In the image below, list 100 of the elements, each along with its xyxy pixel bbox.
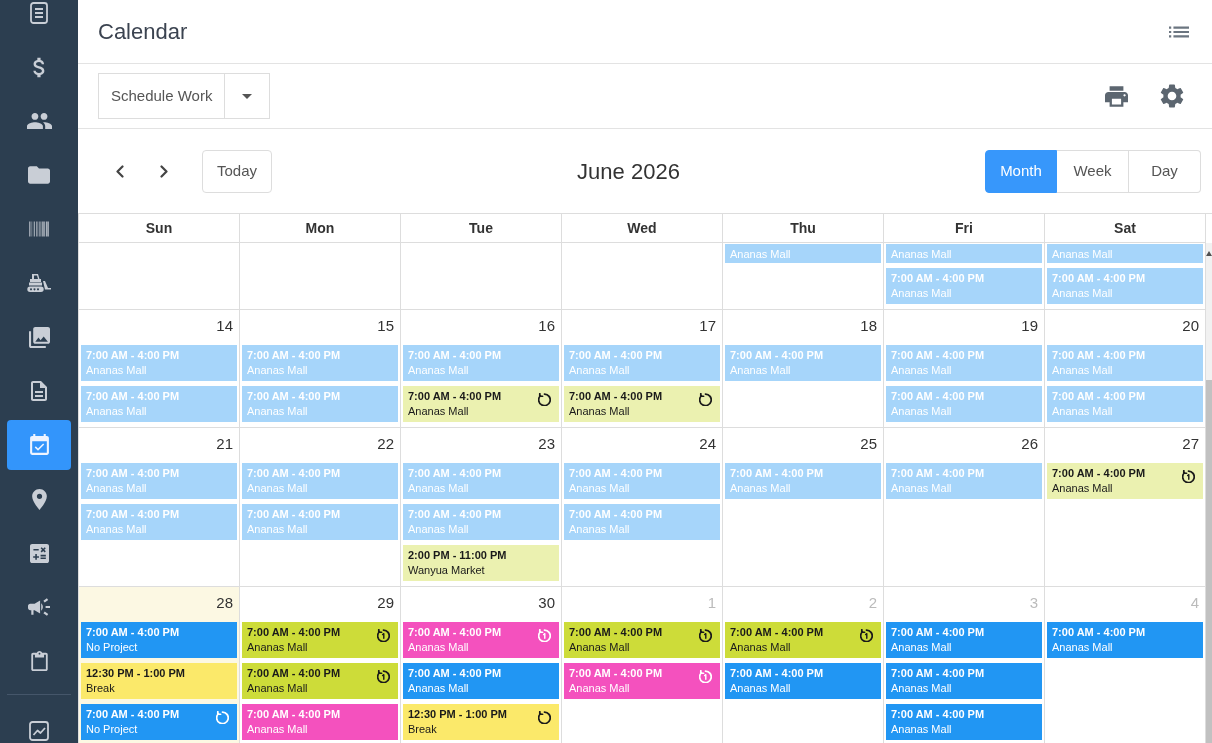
event-card[interactable]: 7:00 AM - 4:00 PM Ananas Mall [242,463,398,499]
event-card[interactable]: Ananas Mall [1047,244,1203,263]
weekday-header: Sun [145,218,173,238]
event-time: 7:00 AM - 4:00 PM [408,507,502,522]
event-card[interactable]: 7:00 AM - 4:00 PM Ananas Mall [725,622,881,658]
event-location: Break [86,681,115,696]
event-card[interactable]: 7:00 AM - 4:00 PM Ananas Mall [564,463,720,499]
event-card[interactable]: 7:00 AM - 4:00 PM Ananas Mall [403,345,559,381]
event-card[interactable]: 7:00 AM - 4:00 PM Ananas Mall [1047,622,1203,658]
event-card[interactable]: 12:30 PM - 1:00 PM Break [81,663,237,699]
event-card[interactable]: 7:00 AM - 4:00 PM Ananas Mall [886,663,1042,699]
event-card[interactable]: 7:00 AM - 4:00 PM Ananas Mall [81,386,237,422]
document-lines-icon [30,2,48,24]
event-card[interactable]: 7:00 AM - 4:00 PM Ananas Mall [1047,463,1203,499]
event-card[interactable]: 7:00 AM - 4:00 PM No Project [81,622,237,658]
event-card[interactable]: 7:00 AM - 4:00 PM Ananas Mall [81,504,237,540]
event-card[interactable]: Ananas Mall [725,244,881,263]
event-card[interactable]: 7:00 AM - 4:00 PM Ananas Mall [564,504,720,540]
event-time: 7:00 AM - 4:00 PM [730,666,824,681]
event-card[interactable]: 7:00 AM - 4:00 PM Ananas Mall [886,622,1042,658]
dropdown-toggle[interactable] [225,73,271,119]
event-location: Ananas Mall [408,404,469,419]
weekday-header: Fri [955,218,973,238]
event-location: Ananas Mall [730,247,791,262]
view-button[interactable]: Month [985,149,1057,193]
date-number: 24 [699,434,716,454]
event-location: Ananas Mall [569,481,630,496]
event-location: Ananas Mall [891,404,952,419]
event-time: 7:00 AM - 4:00 PM [730,625,824,640]
event-card[interactable]: 7:00 AM - 4:00 PM Ananas Mall [403,504,559,540]
date-number: 20 [1182,316,1199,336]
event-time: 7:00 AM - 4:00 PM [1052,271,1146,286]
event-card[interactable]: 7:00 AM - 4:00 PM Ananas Mall [242,345,398,381]
event-card[interactable]: 7:00 AM - 4:00 PM Ananas Mall [886,463,1042,499]
event-card[interactable]: 7:00 AM - 4:00 PM Ananas Mall [886,345,1042,381]
event-card[interactable]: 7:00 AM - 4:00 PM No Project [81,704,237,740]
date-number: 15 [377,316,394,336]
event-card[interactable]: 7:00 AM - 4:00 PM Ananas Mall [242,622,398,658]
date-number: 21 [216,434,233,454]
event-card[interactable]: 7:00 AM - 4:00 PM Ananas Mall [403,622,559,658]
weekday-header: Thu [790,218,816,238]
weekday-header: Tue [469,218,493,238]
event-time: 7:00 AM - 4:00 PM [730,466,824,481]
event-card[interactable]: 7:00 AM - 4:00 PM Ananas Mall [886,268,1042,304]
event-card[interactable]: 7:00 AM - 4:00 PM Ananas Mall [564,622,720,658]
date-number: 30 [538,593,555,613]
date-number: 4 [1190,593,1199,613]
folder-icon [28,166,50,184]
dropdown-button[interactable]: Schedule Work [98,73,226,119]
event-time: 7:00 AM - 4:00 PM [86,707,180,722]
event-time: 7:00 AM - 4:00 PM [86,625,180,640]
event-card[interactable]: 7:00 AM - 4:00 PM Ananas Mall [564,386,720,422]
event-location: Ananas Mall [891,247,952,262]
event-card[interactable]: 7:00 AM - 4:00 PM Ananas Mall [564,663,720,699]
event-card[interactable]: 7:00 AM - 4:00 PM Ananas Mall [242,386,398,422]
view-button[interactable]: Day [1129,149,1201,193]
event-location: Ananas Mall [1052,404,1113,419]
event-location: Ananas Mall [891,363,952,378]
event-time: 7:00 AM - 4:00 PM [247,507,341,522]
event-card[interactable]: 7:00 AM - 4:00 PM Ananas Mall [564,345,720,381]
event-card[interactable]: 7:00 AM - 4:00 PM Ananas Mall [81,345,237,381]
event-card[interactable]: 7:00 AM - 4:00 PM Ananas Mall [886,386,1042,422]
scroll-up-icon[interactable] [1206,251,1212,256]
event-location: Ananas Mall [86,404,147,419]
repeat-icon [538,393,551,406]
scrollbar-thumb[interactable] [1206,380,1212,743]
event-card[interactable]: 12:30 PM - 1:00 PM Break [403,704,559,740]
event-time: 7:00 AM - 4:00 PM [891,271,985,286]
event-card[interactable]: 7:00 AM - 4:00 PM Ananas Mall [1047,386,1203,422]
repeat-one-icon [699,670,712,683]
event-card[interactable]: 7:00 AM - 4:00 PM Ananas Mall [725,345,881,381]
event-card[interactable]: 7:00 AM - 4:00 PM Ananas Mall [242,504,398,540]
event-card[interactable]: Ananas Mall [886,244,1042,263]
event-location: Ananas Mall [1052,481,1113,496]
event-card[interactable]: 7:00 AM - 4:00 PM Ananas Mall [403,386,559,422]
chart-icon [29,721,49,741]
event-card[interactable]: 7:00 AM - 4:00 PM Ananas Mall [403,463,559,499]
print-icon [1104,85,1128,107]
event-location: Ananas Mall [247,722,308,737]
event-card[interactable]: 7:00 AM - 4:00 PM Ananas Mall [242,663,398,699]
event-card[interactable]: 2:00 PM - 11:00 PM Wanyua Market [403,545,559,581]
event-card[interactable]: 7:00 AM - 4:00 PM Ananas Mall [81,463,237,499]
event-location: No Project [86,640,138,655]
event-location: Ananas Mall [247,404,308,419]
event-card[interactable]: 7:00 AM - 4:00 PM Ananas Mall [886,704,1042,740]
event-location: Ananas Mall [730,481,791,496]
event-card[interactable]: 7:00 AM - 4:00 PM Ananas Mall [1047,345,1203,381]
event-location: Ananas Mall [247,640,308,655]
people-icon [26,113,52,129]
view-button[interactable]: Week [1057,149,1129,193]
event-time: 7:00 AM - 4:00 PM [1052,389,1146,404]
event-card[interactable]: 7:00 AM - 4:00 PM Ananas Mall [242,704,398,740]
today-button[interactable]: Today [202,149,272,193]
event-card[interactable]: 7:00 AM - 4:00 PM Ananas Mall [1047,268,1203,304]
event-time: 7:00 AM - 4:00 PM [891,466,985,481]
event-location: Ananas Mall [569,640,630,655]
event-location: Break [408,722,437,737]
event-card[interactable]: 7:00 AM - 4:00 PM Ananas Mall [725,663,881,699]
event-card[interactable]: 7:00 AM - 4:00 PM Ananas Mall [725,463,881,499]
event-card[interactable]: 7:00 AM - 4:00 PM Ananas Mall [403,663,559,699]
